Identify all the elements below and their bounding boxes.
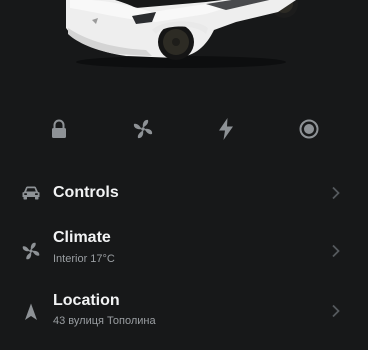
climate-subtitle: Interior 17°C — [53, 253, 115, 265]
lock-icon — [52, 119, 66, 138]
menu-row-location[interactable]: Location 43 вулиця Тополина — [0, 284, 368, 334]
climate-quick-button[interactable] — [126, 112, 160, 146]
chevron-right-icon — [332, 244, 340, 258]
app-screen: Controls Climate Interior 17°C Location … — [0, 0, 368, 350]
location-address: 43 вулиця Тополина — [53, 315, 156, 327]
car-image — [66, 0, 298, 68]
sentry-button[interactable] — [292, 112, 326, 146]
lock-button[interactable] — [42, 112, 76, 146]
quick-actions-bar — [0, 112, 368, 146]
location-arrow-icon — [20, 301, 42, 323]
charge-button[interactable] — [209, 112, 243, 146]
fan-icon — [20, 240, 42, 262]
menu-row-controls[interactable]: Controls — [0, 172, 368, 214]
chevron-right-icon — [332, 186, 340, 200]
record-icon — [299, 119, 319, 139]
chevron-right-icon — [332, 304, 340, 318]
fan-icon — [133, 119, 153, 139]
car-icon — [20, 182, 42, 204]
menu-row-climate[interactable]: Climate Interior 17°C — [0, 222, 368, 272]
controls-label: Controls — [53, 184, 119, 201]
location-label: Location — [53, 292, 120, 309]
climate-label: Climate — [53, 229, 111, 246]
lightning-icon — [219, 118, 233, 140]
